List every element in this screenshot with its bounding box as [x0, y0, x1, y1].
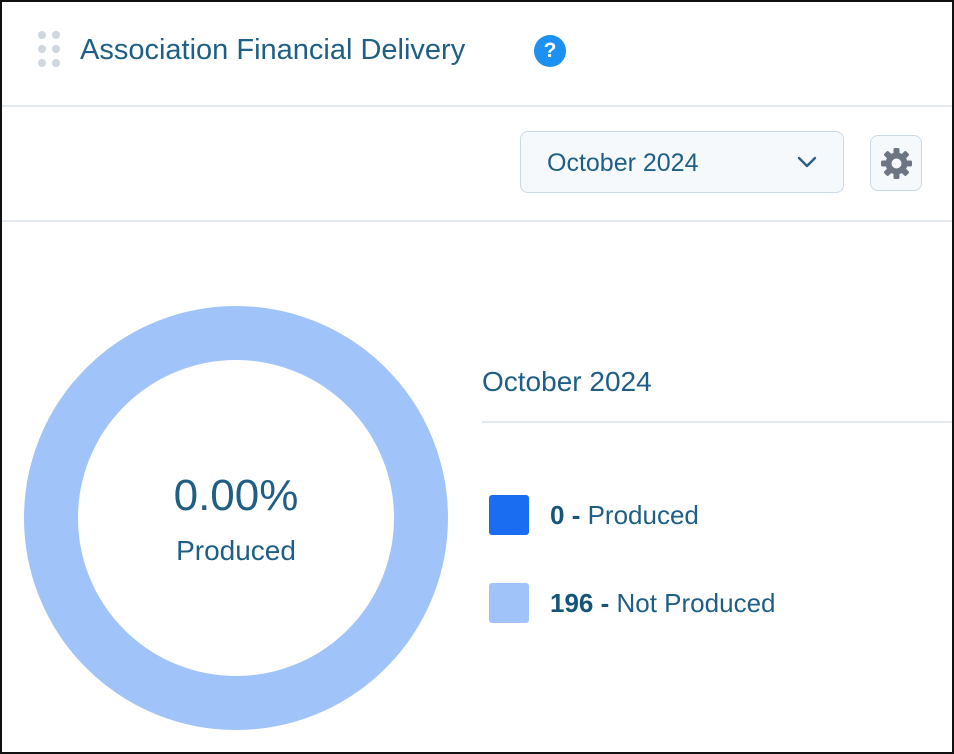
drag-handle-icon[interactable] [38, 31, 62, 69]
legend-count-not-produced: 196 [550, 588, 594, 618]
legend-separator: - [593, 588, 617, 618]
widget-title: Association Financial Delivery [80, 34, 466, 66]
legend-swatch-not-produced [489, 583, 529, 623]
widget-header: Association Financial Delivery ? [2, 2, 952, 107]
legend-separator: - [564, 500, 588, 530]
settings-button[interactable] [870, 135, 922, 191]
month-select-value: October 2024 [547, 149, 699, 177]
chart-center-value: 0.00% [173, 471, 299, 520]
chart-center-label: Produced [176, 535, 296, 566]
legend-swatch-produced [489, 495, 529, 535]
legend-count-produced: 0 [550, 500, 565, 530]
chevron-down-icon [797, 156, 817, 168]
widget-card: Association Financial Delivery ? October… [0, 0, 954, 754]
legend-label-produced: Produced [587, 500, 699, 530]
help-icon[interactable]: ? [534, 35, 566, 67]
legend-title: October 2024 [482, 366, 652, 397]
widget-toolbar: October 2024 [2, 106, 952, 222]
legend-label-not-produced: Not Produced [616, 588, 776, 618]
gear-icon [881, 148, 912, 179]
month-select[interactable]: October 2024 [520, 131, 844, 193]
legend-divider [482, 421, 952, 423]
